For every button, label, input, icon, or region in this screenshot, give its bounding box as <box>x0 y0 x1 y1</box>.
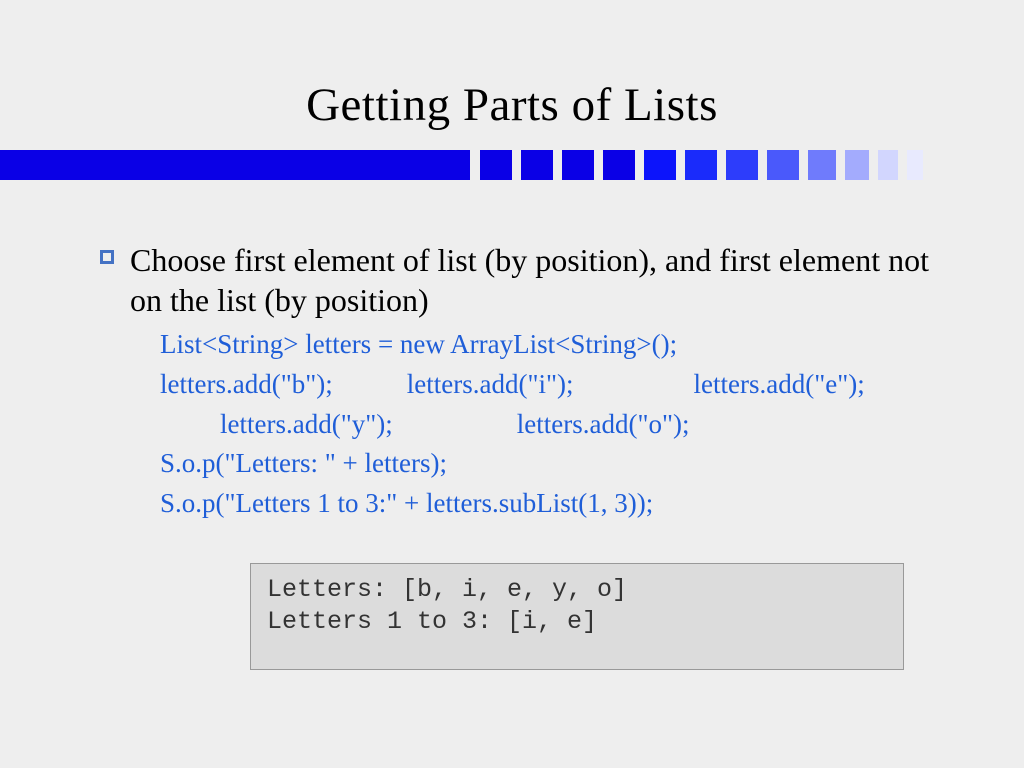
code-seg: letters.add("b"); <box>160 366 400 404</box>
divider-box <box>907 150 923 180</box>
code-seg: letters.add("e"); <box>694 366 865 404</box>
divider-box <box>644 150 676 180</box>
divider-box <box>480 150 512 180</box>
slide-title: Getting Parts of Lists <box>0 0 1024 150</box>
slide: Getting Parts of Lists Choose first elem… <box>0 0 1024 768</box>
code-line-2: letters.add("b"); letters.add("i"); lett… <box>100 366 964 404</box>
code-line-4: S.o.p("Letters: " + letters); <box>100 445 964 483</box>
divider-box <box>878 150 898 180</box>
divider <box>0 150 1024 180</box>
bullet-item: Choose first element of list (by positio… <box>100 240 964 320</box>
divider-box <box>562 150 594 180</box>
divider-box <box>726 150 758 180</box>
bullet-icon <box>100 250 114 264</box>
divider-box <box>767 150 799 180</box>
divider-box <box>521 150 553 180</box>
code-seg: letters.add("o"); <box>517 406 690 444</box>
content: Choose first element of list (by positio… <box>0 180 1024 670</box>
divider-bar <box>0 150 470 180</box>
code-line-5: S.o.p("Letters 1 to 3:" + letters.subLis… <box>100 485 964 523</box>
bullet-text: Choose first element of list (by positio… <box>130 242 929 318</box>
code-line-1: List<String> letters = new ArrayList<Str… <box>100 326 964 364</box>
output-box: Letters: [b, i, e, y, o] Letters 1 to 3:… <box>250 563 904 670</box>
code-seg: letters.add("y"); <box>220 406 510 444</box>
divider-boxes <box>480 150 932 180</box>
divider-box <box>845 150 869 180</box>
divider-box <box>685 150 717 180</box>
divider-box <box>603 150 635 180</box>
code-line-3: letters.add("y"); letters.add("o"); <box>100 406 964 444</box>
divider-box <box>808 150 836 180</box>
code-seg: letters.add("i"); <box>407 366 687 404</box>
